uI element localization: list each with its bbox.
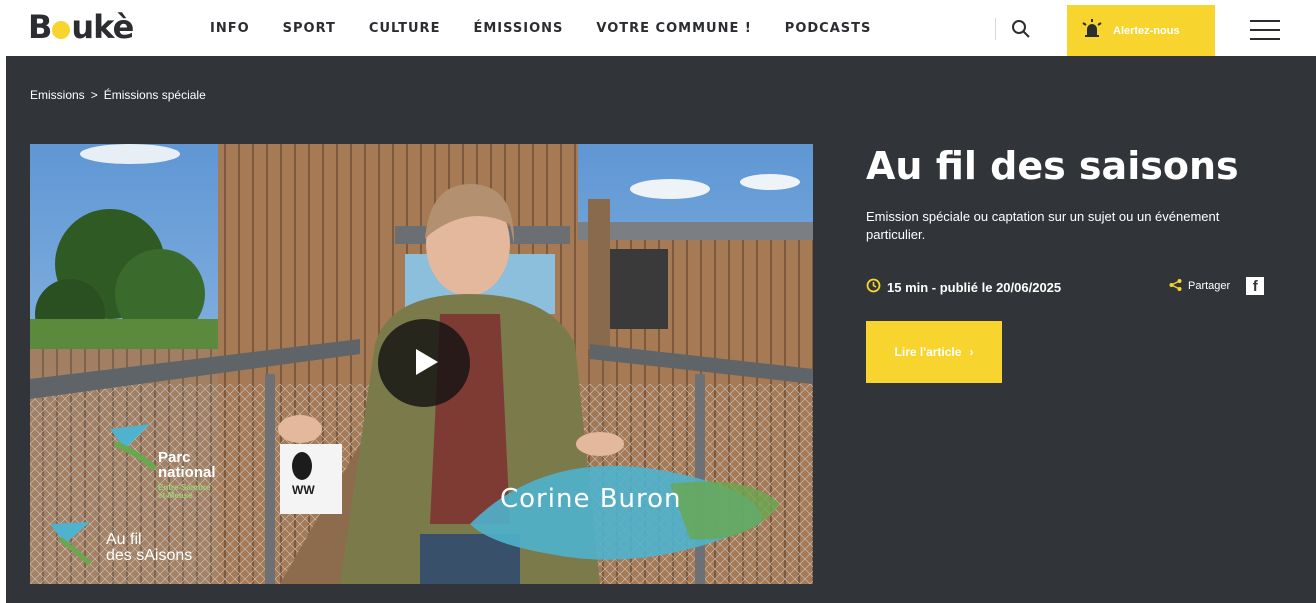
breadcrumb: Emissions > Émissions spéciale xyxy=(30,88,206,102)
search-icon[interactable] xyxy=(1010,18,1032,40)
park-logo: Parc national Entre-Sambre et-Meuse xyxy=(158,449,216,500)
breadcrumb-item-current[interactable]: Émissions spéciale xyxy=(104,88,206,102)
page-title: Au fil des saisons xyxy=(866,144,1239,188)
share-label: Partager xyxy=(1188,280,1231,292)
alert-us-label: Alertez-nous xyxy=(1113,24,1180,37)
presenter-name-card: Corine Buron xyxy=(500,484,682,514)
read-article-label: Lire l'article xyxy=(894,345,962,359)
breadcrumb-separator: > xyxy=(90,88,98,102)
hero-section: Emissions > Émissions spéciale Corine Bu… xyxy=(6,56,1316,603)
share-icon xyxy=(1169,278,1182,294)
breadcrumb-item-emissions[interactable]: Emissions xyxy=(30,88,85,102)
header-divider xyxy=(995,18,996,40)
nav-item-podcasts[interactable]: PODCASTS xyxy=(785,21,872,36)
duration-and-date: 15 min - publié le 20/06/2025 xyxy=(887,279,1062,295)
nav-item-votre-commune[interactable]: VOTRE COMMUNE ! xyxy=(596,21,751,36)
read-article-button[interactable]: Lire l'article › xyxy=(866,321,1002,383)
article-description: Emission spéciale ou captation sur un su… xyxy=(866,209,1220,242)
show-logo: Au fil des sAisons xyxy=(106,531,193,564)
nav-item-culture[interactable]: CULTURE xyxy=(369,21,441,36)
site-logo[interactable]: Bukè xyxy=(28,8,134,46)
article-meta: 15 min - publié le 20/06/2025 xyxy=(866,278,1061,296)
chevron-right-icon: › xyxy=(969,345,974,359)
clock-icon xyxy=(866,278,881,296)
share-block[interactable]: Partager f xyxy=(1169,277,1265,295)
facebook-icon[interactable]: f xyxy=(1246,277,1265,295)
site-header: Bukè INFO SPORT CULTURE ÉMISSIONS VOTRE … xyxy=(0,0,1316,56)
nav-item-info[interactable]: INFO xyxy=(210,21,250,36)
main-nav: INFO SPORT CULTURE ÉMISSIONS VOTRE COMMU… xyxy=(210,0,871,56)
nav-item-emissions[interactable]: ÉMISSIONS xyxy=(473,21,563,36)
play-button[interactable] xyxy=(378,319,470,407)
hamburger-icon[interactable] xyxy=(1250,20,1280,40)
alert-us-button[interactable]: Alertez-nous xyxy=(1067,5,1215,56)
wwf-logo: WW xyxy=(292,483,315,497)
logo-dot xyxy=(52,21,71,39)
nav-item-sport[interactable]: SPORT xyxy=(283,21,336,36)
video-player[interactable]: Corine Buron Parc national Entre-Sambre … xyxy=(30,144,813,584)
alarm-light-icon xyxy=(1081,19,1103,42)
